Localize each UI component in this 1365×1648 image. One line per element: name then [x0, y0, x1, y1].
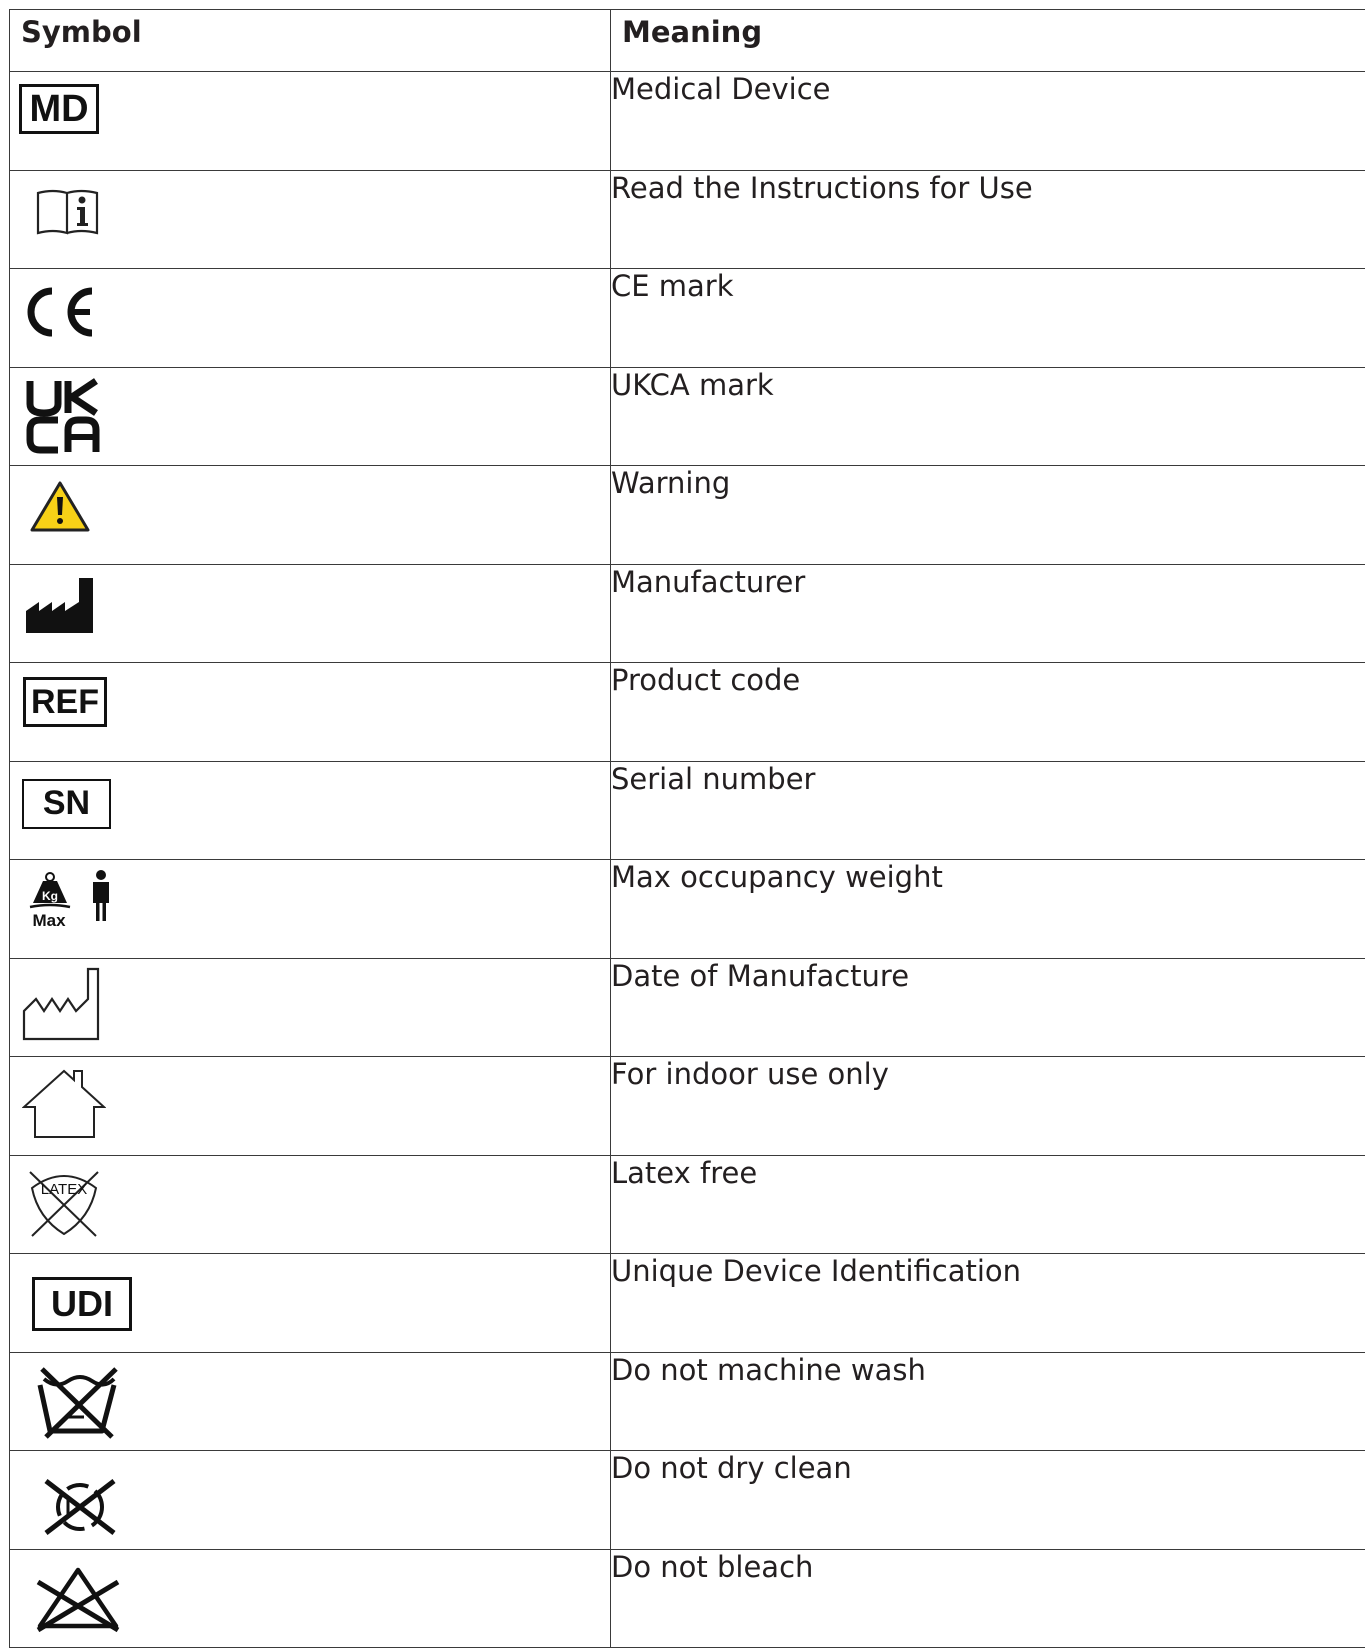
meaning-cell: Unique Device Identification	[611, 1254, 1365, 1353]
table-row: Do not bleach	[10, 1549, 1365, 1648]
table-row: Manufacturer	[10, 564, 1365, 663]
symbol-cell	[10, 170, 611, 269]
factory-outline-icon	[22, 967, 102, 1041]
table-row: Read the Instructions for Use	[10, 170, 1365, 269]
table-row: Date of Manufacture	[10, 958, 1365, 1057]
md-label: MD	[29, 88, 88, 130]
table-row: Do not dry clean	[10, 1451, 1365, 1550]
no-bleach-icon	[34, 1564, 122, 1636]
meaning-cell: Manufacturer	[611, 564, 1365, 663]
latex-free-icon: LATEX	[26, 1168, 102, 1240]
ref-label: REF	[31, 683, 99, 721]
sn-box-icon: SN	[22, 779, 111, 829]
symbol-cell	[10, 1451, 611, 1550]
factory-filled-icon	[25, 575, 95, 635]
latex-label: LATEX	[41, 1181, 87, 1198]
meaning-cell: Do not machine wash	[611, 1352, 1365, 1451]
ukca-mark-icon	[26, 378, 102, 454]
meaning-cell: Medical Device	[611, 72, 1365, 171]
udi-label: UDI	[51, 1283, 113, 1324]
md-box-icon: MD	[19, 84, 99, 134]
table-row: For indoor use only	[10, 1057, 1365, 1156]
table-row: Do not machine wash	[10, 1352, 1365, 1451]
table-row: UKCA mark	[10, 367, 1365, 466]
header-row: Symbol Meaning	[10, 10, 1365, 72]
symbol-cell	[10, 958, 611, 1057]
no-dry-clean-icon	[40, 1477, 120, 1537]
meaning-cell: Product code	[611, 663, 1365, 762]
table-row: MD Medical Device	[10, 72, 1365, 171]
symbol-cell: LATEX	[10, 1155, 611, 1254]
meaning-cell: CE mark	[611, 269, 1365, 368]
table-row: CE mark	[10, 269, 1365, 368]
symbol-cell	[10, 564, 611, 663]
table-row: LATEX Latex free	[10, 1155, 1365, 1254]
table-row: Kg Max Max occupancy weight	[10, 860, 1365, 959]
header-meaning: Meaning	[611, 10, 1365, 72]
meaning-cell: Latex free	[611, 1155, 1365, 1254]
symbol-cell: Kg Max	[10, 860, 611, 959]
meaning-cell: Warning	[611, 466, 1365, 565]
symbol-cell	[10, 1057, 611, 1156]
meaning-cell: Do not bleach	[611, 1549, 1365, 1648]
symbol-cell	[10, 1549, 611, 1648]
symbol-cell	[10, 466, 611, 565]
table-row: UDI Unique Device Identification	[10, 1254, 1365, 1353]
symbol-cell	[10, 269, 611, 368]
symbol-cell: MD	[10, 72, 611, 171]
meaning-cell: Do not dry clean	[611, 1451, 1365, 1550]
symbol-cell: UDI	[10, 1254, 611, 1353]
meaning-cell: For indoor use only	[611, 1057, 1365, 1156]
udi-box-icon: UDI	[32, 1277, 132, 1331]
max-label: Max	[32, 911, 66, 930]
meaning-cell: UKCA mark	[611, 367, 1365, 466]
symbol-cell	[10, 1352, 611, 1451]
header-symbol: Symbol	[10, 10, 611, 72]
symbol-cell: REF	[10, 663, 611, 762]
instructions-book-icon	[35, 185, 101, 237]
symbol-cell	[10, 367, 611, 466]
warning-triangle-icon	[29, 480, 91, 534]
no-machine-wash-icon	[34, 1365, 122, 1441]
ce-mark-icon	[24, 286, 98, 338]
table-row: Warning	[10, 466, 1365, 565]
house-icon	[22, 1067, 106, 1139]
ref-box-icon: REF	[23, 677, 107, 727]
table-row: SN Serial number	[10, 761, 1365, 860]
meaning-cell: Max occupancy weight	[611, 860, 1365, 959]
meaning-cell: Date of Manufacture	[611, 958, 1365, 1057]
max-weight-person-icon: Kg Max	[27, 869, 117, 935]
meaning-cell: Serial number	[611, 761, 1365, 860]
symbols-table: Symbol Meaning MD Medical Device	[9, 9, 1365, 1648]
meaning-cell: Read the Instructions for Use	[611, 170, 1365, 269]
table-row: REF Product code	[10, 663, 1365, 762]
sn-label: SN	[43, 784, 90, 822]
symbol-cell: SN	[10, 761, 611, 860]
kg-label: Kg	[42, 889, 58, 903]
